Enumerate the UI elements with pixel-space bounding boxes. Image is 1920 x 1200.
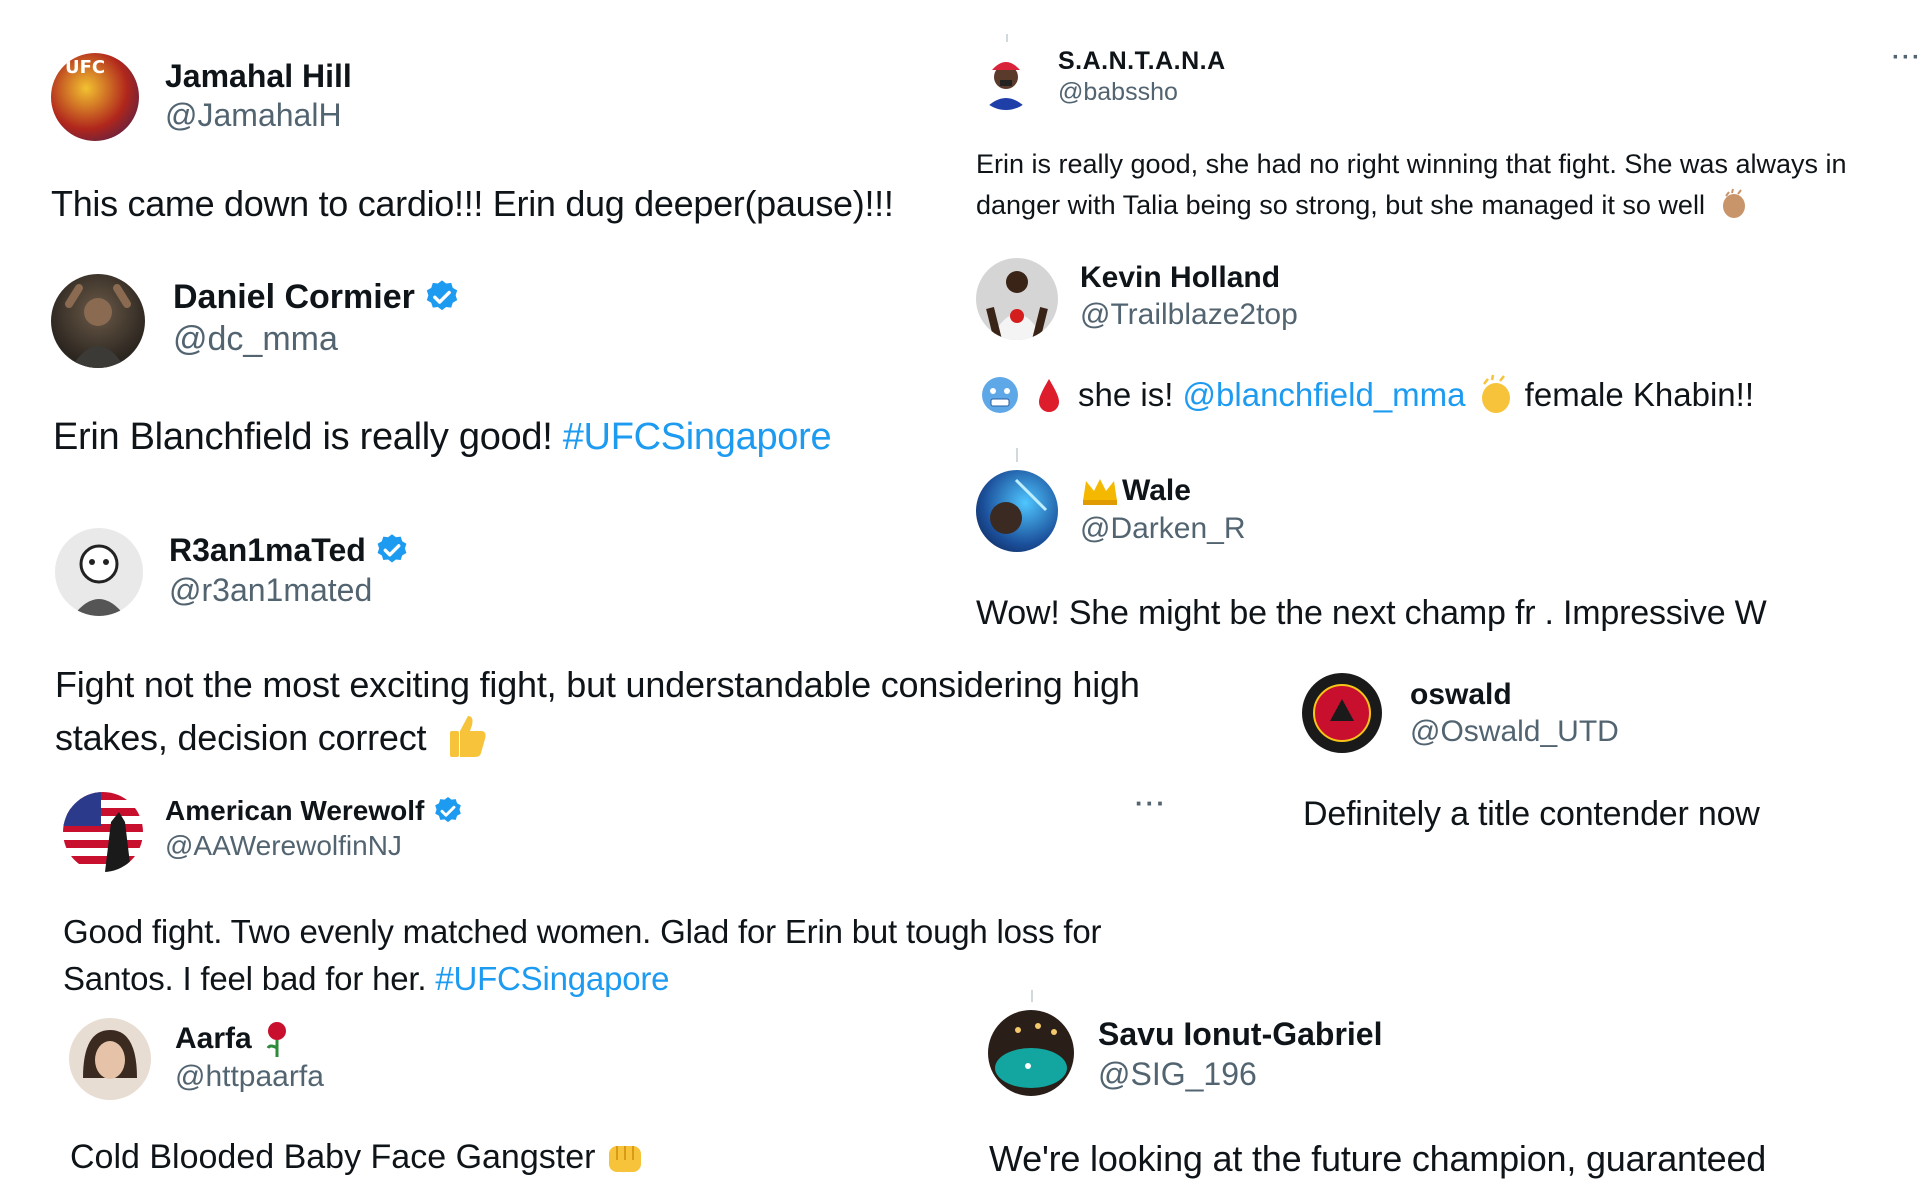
user-handle[interactable]: @AAWerewolfinNJ (165, 830, 464, 862)
verified-badge-icon (435, 797, 462, 823)
tweet-santana[interactable]: S.A.N.T.A.N.A @babssho ··· Erin is reall… (976, 44, 1920, 224)
thumbs-up-emoji-icon (450, 716, 486, 758)
tweet-text-line-1: Good fight. Two evenly matched women. Gl… (63, 913, 1102, 950)
avatar[interactable] (55, 528, 143, 616)
display-name-text: Aarfa (175, 1022, 252, 1055)
thread-divider (1016, 448, 1018, 462)
avatar-photo-icon (83, 1030, 137, 1079)
display-name-text: R3an1maTed (169, 531, 366, 568)
tweet-oswald[interactable]: oswald @Oswald_UTD Definitely a title co… (1302, 673, 1920, 843)
cold-face-emoji-icon (982, 377, 1018, 413)
clap-emoji-icon (1481, 374, 1510, 413)
display-name[interactable]: oswald (1410, 675, 1619, 715)
hashtag-link[interactable]: #UFCSingapore (435, 960, 669, 997)
tweet-text-line-2-text: danger with Talia being so strong, but s… (976, 190, 1705, 220)
avatar[interactable] (1302, 673, 1382, 753)
avatar-illustration-icon (984, 62, 1028, 110)
tweet-text-line-2: Santos. I feel bad for her. #UFCSingapor… (63, 955, 1101, 1002)
user-handle[interactable]: @SIG_196 (1098, 1056, 1382, 1093)
avatar[interactable] (988, 1010, 1074, 1096)
tweet-text: she is! @blanchfield_mma female Khabin!! (980, 374, 1754, 416)
tweet-text: Definitely a title contender now (1303, 795, 1760, 833)
tweet-text-body: Cold Blooded Baby Face Gangster (70, 1138, 596, 1176)
tweet-text-line-1: Erin is really good, she had no right wi… (976, 149, 1847, 179)
tweet-text-line-1: Fight not the most exciting fight, but u… (55, 664, 1140, 705)
tweet-american-werewolf[interactable]: American Werewolf @AAWerewolfinNJ ··· Go… (63, 788, 1183, 1002)
user-handle[interactable]: @Trailblaze2top (1080, 298, 1298, 332)
more-options-icon[interactable]: ··· (1892, 44, 1920, 72)
tweet-text-body: Erin Blanchfield is really good! (53, 416, 563, 458)
user-handle[interactable]: @JamahalH (165, 97, 352, 134)
hashtag-link[interactable]: #UFCSingapore (563, 416, 832, 458)
display-name[interactable]: Jamahal Hill (165, 55, 352, 97)
more-options-icon[interactable]: ··· (1135, 788, 1167, 819)
avatar[interactable] (63, 792, 143, 872)
display-name-text: Wale (1122, 474, 1191, 507)
display-name[interactable]: Daniel Cormier (173, 274, 461, 320)
tweet-text-line-2-text: Santos. I feel bad for her. (63, 960, 436, 997)
rose-emoji-icon (266, 1022, 286, 1057)
display-name[interactable]: Aarfa (175, 1018, 324, 1060)
user-handle[interactable]: @Oswald_UTD (1410, 715, 1619, 749)
pool-table-photo-icon (995, 1023, 1067, 1088)
avatar-illustration-icon (73, 544, 125, 616)
tweet-text-post: female Khabin!! (1515, 376, 1754, 413)
user-handle[interactable]: @r3an1mated (169, 572, 410, 609)
tweet-daniel-cormier[interactable]: Daniel Cormier @dc_mma Erin Blanchfield … (51, 274, 951, 464)
tweet-aarfa[interactable]: Aarfa @httpaarfa Cold Blooded Baby Face … (69, 1018, 969, 1198)
avatar[interactable] (976, 258, 1058, 340)
avatar-photo-icon (986, 271, 1048, 340)
tweet-text-pre: she is! (1078, 376, 1183, 413)
tweet-text: Good fight. Two evenly matched women. Gl… (63, 908, 1101, 1002)
tweet-text: Fight not the most exciting fight, but u… (55, 658, 1140, 764)
verified-badge-icon (377, 534, 407, 563)
display-name-text: American Werewolf (165, 795, 425, 826)
display-name[interactable]: S.A.N.T.A.N.A (1058, 44, 1226, 78)
display-name[interactable]: Kevin Holland (1080, 258, 1298, 298)
display-name[interactable]: Savu Ionut-Gabriel (1098, 1012, 1382, 1056)
tweet-text: We're looking at the future champion, gu… (989, 1138, 1767, 1179)
crown-emoji-icon (1083, 479, 1117, 505)
avatar[interactable]: UFC (51, 53, 139, 141)
display-name[interactable]: American Werewolf (165, 792, 464, 830)
fist-emoji-icon (609, 1145, 642, 1172)
avatar-photo-icon (65, 284, 131, 368)
thread-divider (1006, 34, 1008, 42)
tweet-text: Erin Blanchfield is really good! #UFCSin… (53, 416, 832, 459)
user-handle[interactable]: @dc_mma (173, 320, 461, 359)
tweet-kevin-holland[interactable]: Kevin Holland @Trailblaze2top she is! @b… (976, 258, 1920, 438)
tweet-jamahal-hill[interactable]: UFC Jamahal Hill @JamahalH This came dow… (51, 53, 951, 233)
tweet-text: Cold Blooded Baby Face Gangster (70, 1138, 647, 1177)
mention-link[interactable]: @blanchfield_mma (1183, 376, 1466, 414)
tweet-text-line-2: stakes, decision correct (55, 711, 1140, 764)
tweet-savu-ionut-gabriel[interactable]: Savu Ionut-Gabriel @SIG_196 We're lookin… (988, 1010, 1920, 1200)
thread-divider (1031, 990, 1033, 1002)
wolf-silhouette-icon (105, 812, 131, 872)
avatar[interactable] (69, 1018, 151, 1100)
user-handle[interactable]: @babssho (1058, 78, 1226, 107)
display-name[interactable]: Wale (1080, 470, 1246, 512)
club-crest-icon (1313, 684, 1371, 742)
user-handle[interactable]: @httpaarfa (175, 1060, 324, 1094)
display-name[interactable]: R3an1maTed (169, 528, 410, 572)
tweet-text: This came down to cardio!!! Erin dug dee… (51, 183, 894, 224)
tweet-text: Erin is really good, she had no right wi… (976, 144, 1847, 226)
blood-drop-emoji-icon (1039, 379, 1059, 412)
tweet-text-line-2: danger with Talia being so strong, but s… (976, 185, 1847, 226)
avatar[interactable] (51, 274, 145, 368)
avatar[interactable] (976, 50, 1036, 110)
tweet-r3an1mated[interactable]: R3an1maTed @r3an1mated Fight not the mos… (55, 528, 1255, 758)
tweet-text-line-2-text: stakes, decision correct (55, 717, 427, 758)
ufc-logo-icon: UFC (65, 57, 106, 78)
clap-emoji-icon (1723, 188, 1746, 218)
display-name-text: Daniel Cormier (173, 277, 415, 316)
verified-badge-icon (426, 280, 458, 311)
